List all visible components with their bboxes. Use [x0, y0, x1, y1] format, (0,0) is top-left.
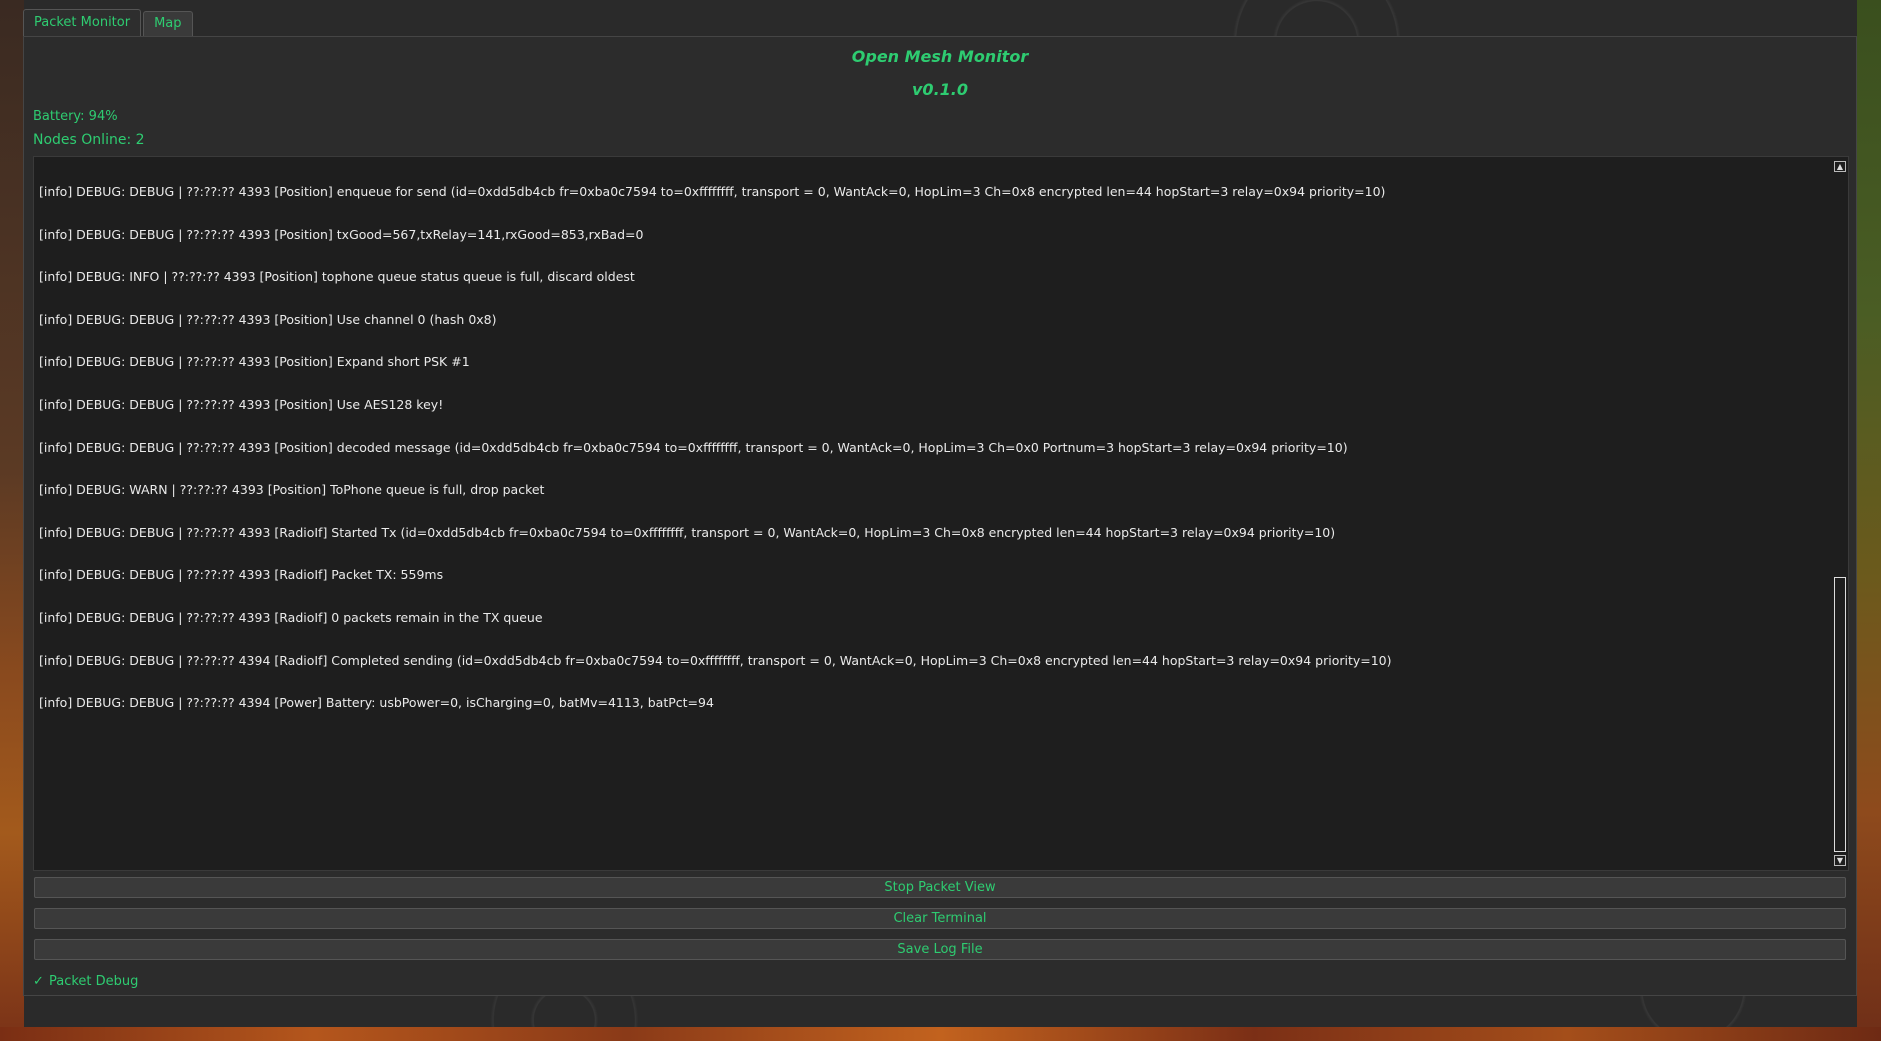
log-line: [info] DEBUG: DEBUG | ??:??:?? 4393 [Pos…: [39, 354, 470, 370]
background-wallpaper-left: [0, 0, 24, 1041]
checkmark-icon: ✓: [33, 973, 44, 989]
log-line: [info] DEBUG: DEBUG | ??:??:?? 4393 [Rad…: [39, 567, 444, 583]
log-line: [info] DEBUG: DEBUG | ??:??:?? 4393 [Rad…: [39, 524, 1336, 540]
log-line: [info] DEBUG: WARN | ??:??:?? 4393 [Posi…: [39, 482, 545, 498]
tab-bar: Packet Monitor Map: [23, 9, 195, 37]
app-version: v0.1.0: [912, 80, 968, 99]
log-line: [info] DEBUG: DEBUG | ??:??:?? 4393 [Rad…: [39, 610, 543, 625]
log-line: [info] DEBUG: DEBUG | ??:??:?? 4393 [Pos…: [39, 226, 644, 242]
clear-terminal-button[interactable]: Clear Terminal: [34, 908, 1846, 929]
save-log-file-button[interactable]: Save Log File: [34, 939, 1846, 960]
log-line: [info] DEBUG: DEBUG | ??:??:?? 4393 [Pos…: [39, 439, 1348, 455]
packet-debug-checkbox[interactable]: ✓ Packet Debug: [33, 971, 138, 991]
log-line: [info] DEBUG: DEBUG | ??:??:?? 4393 [Pos…: [39, 397, 444, 412]
scroll-up-icon[interactable]: ▲: [1834, 161, 1846, 172]
log-terminal[interactable]: [info] DEBUG: DEBUG | ??:??:?? 4393 [Pos…: [33, 156, 1849, 871]
log-line: [info] DEBUG: INFO | ??:??:?? 4393 [Posi…: [39, 269, 635, 285]
packet-monitor-panel: Open Mesh Monitor v0.1.0 Battery: 94% No…: [23, 36, 1857, 996]
log-line: [info] DEBUG: DEBUG | ??:??:?? 4393 [Pos…: [39, 311, 497, 327]
scroll-down-icon[interactable]: ▼: [1834, 855, 1846, 866]
background-wallpaper-right: [1857, 0, 1881, 1041]
log-line: [info] DEBUG: DEBUG | ??:??:?? 4393 [Pos…: [39, 184, 1386, 199]
log-line: [info] DEBUG: DEBUG | ??:??:?? 4394 [Rad…: [39, 652, 1392, 668]
nodes-online-status: Nodes Online: 2: [33, 132, 145, 148]
scrollbar-thumb[interactable]: [1834, 577, 1846, 852]
stop-packet-view-button[interactable]: Stop Packet View: [34, 877, 1846, 898]
tab-packet-monitor[interactable]: Packet Monitor: [23, 9, 142, 36]
tab-map[interactable]: Map: [143, 11, 193, 36]
vertical-scrollbar[interactable]: ▲ ▼: [1832, 157, 1848, 870]
battery-status: Battery: 94%: [33, 109, 118, 124]
background-wallpaper-bottom: [0, 1027, 1881, 1041]
log-line: [info] DEBUG: DEBUG | ??:??:?? 4394 [Pow…: [39, 695, 714, 711]
app-title: Open Mesh Monitor: [851, 47, 1029, 66]
packet-debug-label: Packet Debug: [49, 973, 139, 989]
